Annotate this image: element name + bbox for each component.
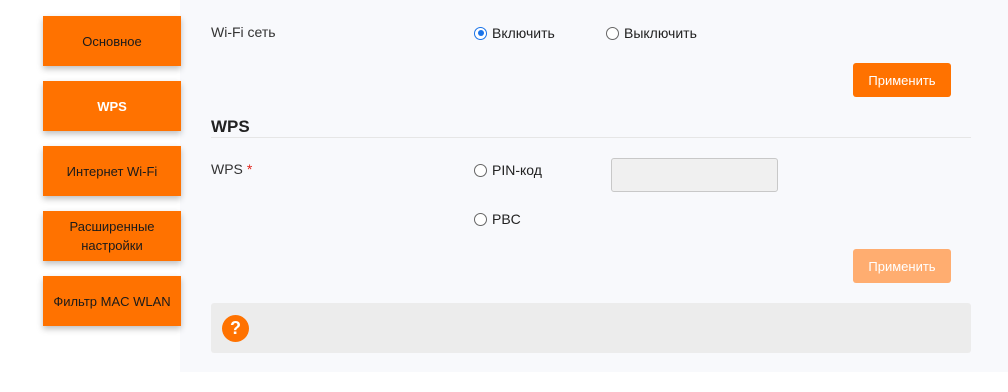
sidebar-item-label: Интернет Wi-Fi [66,163,158,179]
sidebar-item-internet-wifi[interactable]: Интернет Wi-Fi [43,146,181,196]
sidebar-item-label: Расширенные настройки [69,219,155,253]
sidebar-item-label: Основное [82,33,142,49]
sidebar-item-label: Фильтр MAC WLAN [53,293,171,309]
sidebar-item-basic[interactable]: Основное [43,16,181,66]
wps-label-text: WPS [211,161,243,177]
help-icon[interactable]: ? [222,315,249,342]
wps-section-title: WPS [211,117,250,136]
radio-indicator [474,212,487,226]
radio-indicator [474,163,487,177]
radio-indicator [474,26,487,40]
required-mark: * [246,161,253,177]
sidebar: Основное WPS Интернет Wi-Fi Расширенные … [43,16,181,341]
wps-apply-button[interactable]: Применить [853,249,951,283]
sidebar-item-wps[interactable]: WPS [43,81,181,131]
help-bar [211,303,971,353]
wifi-enable-radio[interactable]: Включить [474,25,555,41]
wifi-disable-radio[interactable]: Выключить [606,25,697,41]
sidebar-item-advanced[interactable]: Расширенные настройки [43,211,181,261]
radio-label: PBC [492,211,521,227]
sidebar-item-label: WPS [97,98,127,114]
sidebar-item-mac-filter[interactable]: Фильтр MAC WLAN [43,276,181,326]
section-divider [211,137,971,138]
radio-label: PIN-код [492,162,542,178]
wifi-network-label: Wi-Fi сеть [211,24,276,40]
wps-label: WPS * [211,161,252,177]
router-settings-page: Основное WPS Интернет Wi-Fi Расширенные … [0,0,1008,392]
radio-label: Включить [492,25,555,41]
wps-pbc-radio[interactable]: PBC [474,211,521,227]
radio-indicator [606,26,619,40]
radio-label: Выключить [624,25,697,41]
wps-pin-radio[interactable]: PIN-код [474,162,542,178]
wifi-apply-button[interactable]: Применить [853,63,951,97]
wps-pin-input[interactable] [611,158,778,192]
